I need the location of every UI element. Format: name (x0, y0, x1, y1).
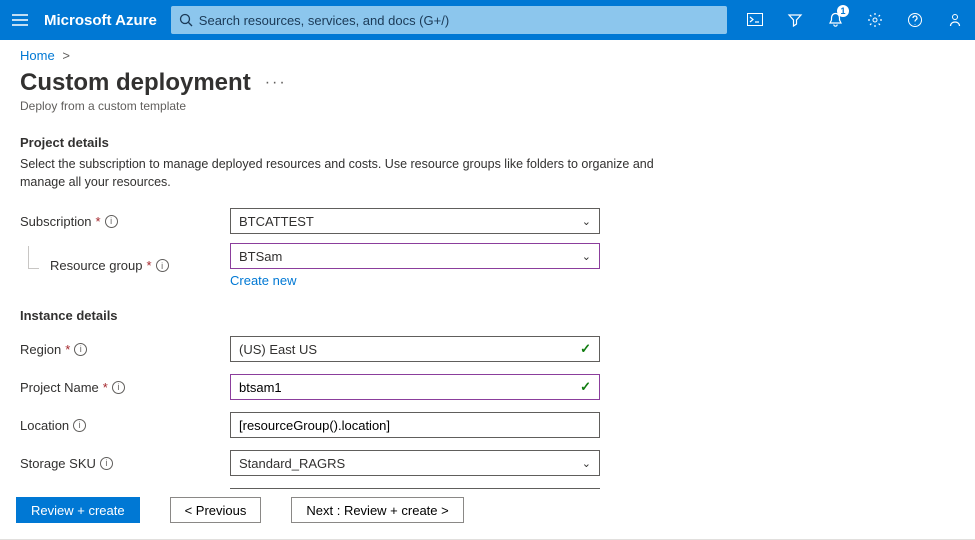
top-header: Microsoft Azure 1 (0, 0, 975, 40)
help-icon[interactable] (895, 0, 935, 40)
breadcrumb: Home > (0, 40, 975, 67)
search-input[interactable] (199, 13, 719, 28)
project-name-row: Project Name * i ✓ (20, 371, 955, 403)
location-label-text: Location (20, 418, 69, 433)
review-create-button[interactable]: Review + create (16, 497, 140, 523)
storage-sku-label: Storage SKU i (20, 456, 230, 471)
storage-label-text: Storage SKU (20, 456, 96, 471)
storage-value: Standard_RAGRS (239, 456, 345, 471)
breadcrumb-separator: > (62, 48, 70, 63)
page-title: Custom deployment (20, 69, 251, 97)
chevron-down-icon: ⌄ (582, 215, 591, 228)
project-details-section: Project details Select the subscription … (0, 135, 975, 288)
previous-button[interactable]: < Previous (170, 497, 262, 523)
location-label: Location i (20, 418, 230, 433)
menu-toggle[interactable] (0, 0, 40, 40)
project-details-desc: Select the subscription to manage deploy… (20, 156, 680, 191)
region-dropdown[interactable]: (US) East US ✓ (230, 336, 600, 362)
instance-details-section: Instance details Region * i (US) East US… (0, 308, 975, 517)
brand-label[interactable]: Microsoft Azure (40, 12, 171, 29)
resource-group-dropdown[interactable]: BTSam ⌄ (230, 243, 600, 269)
directory-filter-icon[interactable] (775, 0, 815, 40)
instance-details-heading: Instance details (20, 308, 955, 323)
page-subtitle: Deploy from a custom template (0, 99, 975, 127)
search-icon (179, 13, 193, 27)
project-name-label: Project Name * i (20, 380, 230, 395)
resource-group-row: Resource group * i BTSam ⌄ Create new (20, 243, 955, 288)
notifications-icon[interactable]: 1 (815, 0, 855, 40)
info-icon[interactable]: i (74, 343, 87, 356)
resource-group-label: Resource group * i (20, 258, 230, 273)
header-icon-group: 1 (735, 0, 975, 40)
check-icon: ✓ (580, 379, 591, 395)
create-new-link[interactable]: Create new (230, 273, 296, 288)
footer-actions: Review + create < Previous Next : Review… (0, 489, 975, 533)
settings-icon[interactable] (855, 0, 895, 40)
location-row: Location i (20, 409, 955, 441)
feedback-icon[interactable] (935, 0, 975, 40)
search-box[interactable] (171, 6, 727, 34)
region-value: (US) East US (239, 342, 317, 357)
next-button[interactable]: Next : Review + create > (291, 497, 463, 523)
check-icon: ✓ (580, 341, 591, 357)
project-name-field[interactable]: ✓ (230, 374, 600, 400)
required-marker: * (103, 380, 108, 395)
subscription-label-text: Subscription (20, 214, 92, 229)
search-container (171, 0, 735, 40)
project-name-label-text: Project Name (20, 380, 99, 395)
cloud-shell-icon[interactable] (735, 0, 775, 40)
storage-sku-row: Storage SKU i Standard_RAGRS ⌄ (20, 447, 955, 479)
required-marker: * (96, 214, 101, 229)
storage-sku-dropdown[interactable]: Standard_RAGRS ⌄ (230, 450, 600, 476)
region-label-text: Region (20, 342, 61, 357)
info-icon[interactable]: i (112, 381, 125, 394)
info-icon[interactable]: i (73, 419, 86, 432)
subscription-dropdown[interactable]: BTCATTEST ⌄ (230, 208, 600, 234)
title-row: Custom deployment ··· (0, 67, 975, 99)
project-name-input[interactable] (239, 380, 580, 395)
region-label: Region * i (20, 342, 230, 357)
project-details-heading: Project details (20, 135, 955, 150)
required-marker: * (65, 342, 70, 357)
subscription-label: Subscription * i (20, 214, 230, 229)
more-actions-button[interactable]: ··· (265, 74, 287, 92)
location-field[interactable] (230, 412, 600, 438)
rg-value: BTSam (239, 249, 282, 264)
required-marker: * (147, 258, 152, 273)
rg-label-text: Resource group (50, 258, 143, 273)
notification-badge: 1 (837, 5, 849, 17)
subscription-value: BTCATTEST (239, 214, 314, 229)
info-icon[interactable]: i (105, 215, 118, 228)
region-row: Region * i (US) East US ✓ (20, 333, 955, 365)
breadcrumb-home[interactable]: Home (20, 48, 55, 63)
info-icon[interactable]: i (156, 259, 169, 272)
subscription-row: Subscription * i BTCATTEST ⌄ (20, 205, 955, 237)
location-input[interactable] (239, 418, 591, 433)
chevron-down-icon: ⌄ (582, 457, 591, 470)
chevron-down-icon: ⌄ (582, 250, 591, 263)
info-icon[interactable]: i (100, 457, 113, 470)
